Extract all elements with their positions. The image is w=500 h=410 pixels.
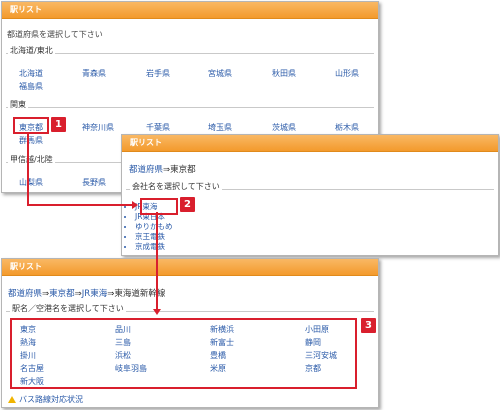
connector-line <box>156 212 158 310</box>
highlight-box-jr-tokai <box>140 198 178 215</box>
callout-badge-3: 3 <box>361 318 376 333</box>
highlight-box-stations <box>10 318 357 389</box>
region-heading: 甲信越/北陸 <box>8 154 55 165</box>
region-divider <box>6 107 374 108</box>
breadcrumb-link[interactable]: JR東海 <box>82 289 107 299</box>
prefecture-link[interactable]: 福島県 <box>19 81 43 92</box>
company-link[interactable]: ゆりかもめ <box>135 222 173 232</box>
company-link[interactable]: 京王電鉄 <box>135 232 173 242</box>
connector-line <box>27 204 132 206</box>
region-heading: 北海道/東北 <box>8 45 55 56</box>
prefecture-link[interactable]: 群馬県 <box>19 135 43 146</box>
highlight-box-tokyo <box>13 117 49 134</box>
prefecture-link[interactable]: 岩手県 <box>146 68 170 79</box>
company-panel: 駅リスト 都道府県⇒東京都 会社名を選択して下さい JR東海 JR東日本 ゆりか… <box>121 134 499 256</box>
prefecture-link[interactable]: 秋田県 <box>272 68 296 79</box>
arrow-down-icon <box>153 309 161 315</box>
footer-link[interactable]: バス路線対応状況 <box>8 394 83 405</box>
panel-title: 駅リスト <box>2 2 378 19</box>
prefecture-link[interactable]: 青森県 <box>82 68 106 79</box>
prefecture-link[interactable]: 栃木県 <box>335 122 359 133</box>
prefecture-link[interactable]: 千葉県 <box>146 122 170 133</box>
prefecture-link[interactable]: 埼玉県 <box>208 122 232 133</box>
prefecture-link[interactable]: 北海道 <box>19 68 43 79</box>
connector-line <box>27 132 29 206</box>
prefecture-link[interactable]: 宮城県 <box>208 68 232 79</box>
prefecture-link[interactable]: 茨城県 <box>272 122 296 133</box>
region-heading: 関東 <box>8 99 28 110</box>
panel-title: 駅リスト <box>122 135 498 152</box>
breadcrumb: 都道府県⇒東京都 <box>129 163 196 175</box>
prefecture-link[interactable]: 神奈川県 <box>82 122 114 133</box>
station-legend: 駅名／空港名を選択して下さい <box>10 303 126 314</box>
company-legend: 会社名を選択して下さい <box>130 181 222 192</box>
arrow-right-icon <box>132 201 138 209</box>
breadcrumb-link[interactable]: 都道府県 <box>8 289 42 299</box>
prefecture-link[interactable]: 山梨県 <box>19 177 43 188</box>
callout-badge-2: 2 <box>180 197 195 212</box>
breadcrumb-link[interactable]: 都道府県 <box>129 165 163 175</box>
prefecture-hint: 都道府県を選択して下さい <box>7 30 103 39</box>
prefecture-link[interactable]: 山形県 <box>335 68 359 79</box>
callout-badge-1: 1 <box>51 117 66 132</box>
prefecture-link[interactable]: 長野県 <box>82 177 106 188</box>
footer-link-label: バス路線対応状況 <box>19 395 83 404</box>
breadcrumb: 都道府県⇒東京都⇒JR東海⇒東海道新幹線 <box>8 287 165 299</box>
breadcrumb-separator: ⇒ <box>74 289 82 299</box>
warning-icon <box>8 396 16 403</box>
panel-title: 駅リスト <box>2 259 378 276</box>
breadcrumb-current: 東京都 <box>170 165 196 175</box>
company-link[interactable]: 京成電鉄 <box>135 242 173 252</box>
breadcrumb-link[interactable]: 東京都 <box>49 289 75 299</box>
region-divider <box>6 53 374 54</box>
